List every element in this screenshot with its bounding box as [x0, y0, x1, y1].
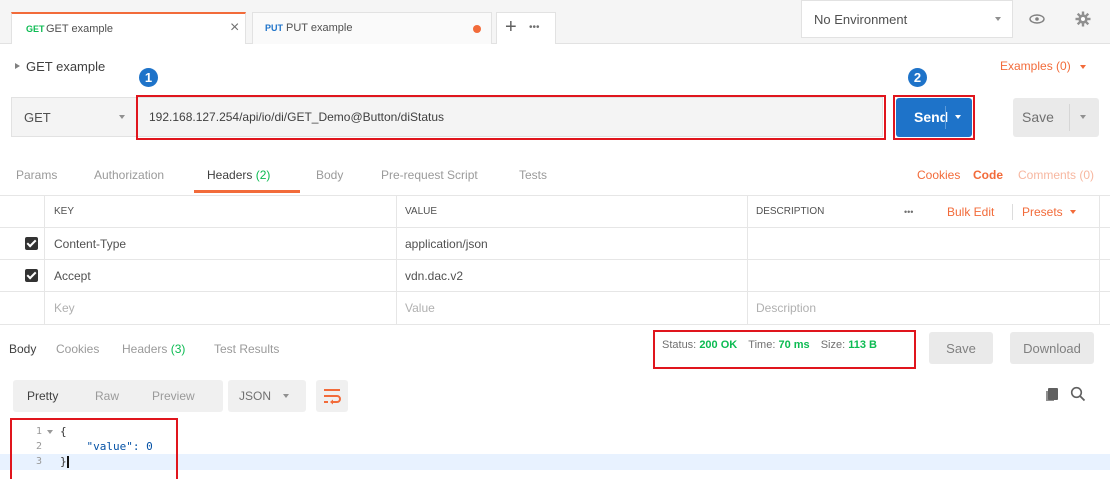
request-title: GET example [26, 59, 106, 74]
chevron-down-icon [995, 17, 1001, 21]
code-link[interactable]: Code [973, 168, 1003, 182]
tab-body[interactable]: Body [316, 168, 343, 182]
annotation-marker-1: 1 [139, 68, 158, 87]
format-select[interactable]: JSON [228, 380, 306, 412]
column-header-key: KEY [54, 206, 75, 217]
tab-name: GET example [46, 23, 114, 35]
chevron-down-icon [119, 115, 125, 119]
response-tab-body[interactable]: Body [9, 342, 36, 356]
table-border [0, 259, 1110, 260]
search-icon[interactable] [1070, 386, 1086, 402]
highlight-response-body [10, 418, 178, 479]
response-tab-test-results[interactable]: Test Results [214, 342, 279, 356]
table-border [747, 196, 748, 324]
tab-get-example[interactable]: GET GET example × [11, 12, 246, 44]
tab-headers-underline [194, 190, 300, 193]
highlight-url [136, 95, 886, 140]
tab-put-example[interactable]: PUT PUT example [252, 12, 492, 44]
gear-icon [1075, 11, 1091, 27]
new-description-input[interactable]: Description [756, 292, 816, 324]
headers-count: (2) [255, 168, 271, 182]
environment-label: No Environment [814, 12, 908, 27]
chevron-down-icon[interactable] [1080, 115, 1086, 119]
cookies-link[interactable]: Cookies [917, 168, 960, 182]
save-label: Save [1022, 109, 1054, 125]
table-border [0, 227, 1110, 228]
close-icon[interactable]: × [230, 19, 239, 37]
method-select[interactable]: GET [11, 97, 137, 137]
more-options-icon[interactable]: ••• [904, 196, 913, 227]
header-key[interactable]: Content-Type [54, 228, 126, 259]
presets-divider [1012, 204, 1013, 220]
header-value[interactable]: vdn.dac.v2 [405, 260, 463, 291]
tab-authorization[interactable]: Authorization [94, 168, 164, 182]
new-key-input[interactable]: Key [54, 292, 75, 324]
view-mode-raw[interactable]: Raw [95, 389, 119, 403]
column-header-description: DESCRIPTION [756, 206, 825, 217]
tab-params[interactable]: Params [16, 168, 57, 182]
highlight-send [893, 95, 975, 140]
comments-link[interactable]: Comments (0) [1018, 168, 1094, 182]
annotation-marker-2: 2 [908, 68, 927, 87]
tab-tests[interactable]: Tests [519, 168, 547, 182]
save-divider [1069, 104, 1070, 131]
row-checkbox[interactable] [25, 237, 38, 250]
chevron-down-icon [283, 394, 289, 398]
view-mode-pretty[interactable]: Pretty [27, 389, 58, 403]
wrap-lines-icon [324, 389, 341, 405]
table-border [44, 196, 45, 324]
save-response-button[interactable]: Save [929, 332, 993, 364]
response-tab-headers[interactable]: Headers (3) [122, 342, 185, 356]
bulk-edit-link[interactable]: Bulk Edit [947, 196, 994, 227]
highlight-status [653, 330, 916, 369]
table-border [0, 195, 1110, 196]
copy-icon[interactable] [1048, 388, 1058, 400]
new-tab-button[interactable]: + ••• [496, 12, 556, 44]
table-border [0, 324, 1110, 325]
view-mode-preview[interactable]: Preview [152, 389, 195, 403]
plus-icon: + [505, 16, 517, 38]
save-request-button[interactable]: Save [1013, 98, 1099, 137]
examples-dropdown[interactable]: Examples (0) [1000, 59, 1087, 73]
more-icon[interactable]: ••• [529, 22, 540, 33]
header-value[interactable]: application/json [405, 228, 488, 259]
wrap-lines-button[interactable] [316, 380, 348, 412]
gear-icon-button[interactable] [1065, 4, 1101, 34]
environment-select[interactable]: No Environment [801, 0, 1013, 38]
header-key[interactable]: Accept [54, 260, 91, 291]
tab-name: PUT example [286, 22, 353, 34]
tab-prerequest-script[interactable]: Pre-request Script [381, 168, 478, 182]
response-headers-count: (3) [170, 342, 186, 356]
row-checkbox[interactable] [25, 269, 38, 282]
format-label: JSON [239, 389, 272, 403]
table-border [396, 196, 397, 324]
unsaved-dot-icon [473, 25, 481, 33]
download-button[interactable]: Download [1010, 332, 1094, 364]
chevron-down-icon [1080, 64, 1087, 69]
method-label: GET [24, 110, 51, 125]
presets-dropdown[interactable]: Presets [1022, 196, 1076, 227]
eye-icon-button[interactable] [1019, 4, 1055, 34]
column-header-value: VALUE [405, 206, 438, 217]
tab-headers[interactable]: Headers (2) [207, 168, 270, 182]
table-border [1099, 196, 1100, 324]
table-border [0, 291, 1110, 292]
eye-icon [1029, 14, 1045, 24]
tab-method: GET [26, 24, 45, 34]
new-value-input[interactable]: Value [405, 292, 435, 324]
chevron-down-icon [1069, 209, 1076, 214]
response-tab-cookies[interactable]: Cookies [56, 342, 99, 356]
collapse-arrow-icon[interactable] [15, 63, 20, 69]
tab-method: PUT [265, 23, 283, 33]
